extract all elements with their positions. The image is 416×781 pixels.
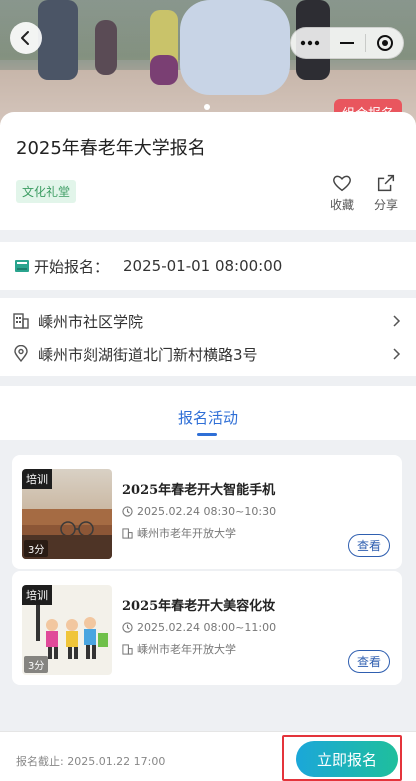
activity-time: 2025.02.24 08:30~10:30: [122, 505, 276, 518]
minimize-button[interactable]: [328, 28, 365, 58]
tab-bar: 报名活动: [0, 386, 416, 440]
more-button[interactable]: [291, 28, 328, 58]
activity-title: 2025年春老开大美容化妆: [122, 599, 276, 614]
institution-name: 嵊州市社区学院: [38, 312, 144, 331]
share-label: 分享: [373, 198, 398, 212]
heart-icon: [333, 175, 351, 192]
activity-type-badge: 培训: [22, 585, 52, 605]
chevron-right-icon: [393, 348, 401, 360]
activity-card[interactable]: 培训 3分 2025年春老开大美容化妆 2025.02.24 08:00~11:…: [12, 571, 402, 685]
miniapp-capsule: [290, 27, 404, 59]
address-row[interactable]: 嵊州市剡湖街道北门新村横路3号: [12, 342, 402, 366]
event-title: 2025年春老年大学报名: [16, 138, 206, 159]
activity-thumbnail: 培训 3分: [22, 469, 112, 559]
hero-figure: [150, 55, 178, 85]
bottom-action-bar: 报名截止: 2025.01.22 17:00 立即报名: [0, 731, 416, 781]
favorite-label: 收藏: [329, 198, 354, 212]
activity-type-badge: 培训: [22, 469, 52, 489]
hero-figure: [38, 0, 78, 80]
activity-place: 嵊州市老年开放大学: [122, 641, 236, 657]
activity-title: 2025年春老开大智能手机: [122, 483, 276, 498]
registration-deadline: 报名截止: 2025.01.22 17:00: [16, 755, 166, 768]
clock-icon: [122, 506, 133, 517]
hero-figure: [95, 20, 117, 75]
carousel-indicator: [204, 104, 210, 110]
activity-time-text: 2025.02.24 08:00~11:00: [137, 621, 277, 634]
book-icon: [15, 260, 29, 272]
activity-time: 2025.02.24 08:00~11:00: [122, 621, 276, 634]
activity-place-text: 嵊州市老年开放大学: [137, 643, 236, 656]
start-value: 2025-01-01 08:00:00: [123, 257, 283, 275]
favorite-button[interactable]: 收藏: [322, 172, 362, 213]
activity-thumbnail: 培训 3分: [22, 585, 112, 675]
activity-duration: 3分: [24, 540, 49, 557]
activity-card[interactable]: 培训 3分 2025年春老开大智能手机 2025.02.24 08:30~10:…: [12, 455, 402, 569]
target-circle-icon: [376, 35, 393, 51]
view-button[interactable]: 查看: [347, 650, 390, 673]
building-icon: [122, 527, 133, 539]
activity-list: 培训 3分 2025年春老开大智能手机 2025.02.24 08:30~10:…: [0, 441, 416, 731]
activity-place-text: 嵊州市老年开放大学: [137, 527, 236, 540]
signup-now-button[interactable]: 立即报名: [296, 741, 398, 777]
hero-figure: [180, 0, 290, 95]
minimize-icon: [339, 42, 354, 44]
location-pin-icon: [14, 345, 28, 363]
event-tag: 文化礼堂: [16, 180, 77, 203]
registration-start-row: 开始报名： 2025-01-01 08:00:00: [0, 242, 416, 290]
more-dots-icon: [300, 40, 319, 46]
tab-registration-activities[interactable]: 报名活动: [0, 407, 416, 428]
share-icon: [377, 174, 395, 192]
hero-banner: 组合报名: [0, 0, 416, 125]
clock-icon: [122, 622, 133, 633]
building-icon: [13, 313, 29, 329]
building-icon: [122, 643, 133, 655]
chevron-right-icon: [393, 315, 401, 327]
back-button[interactable]: [10, 22, 42, 54]
start-label: 开始报名：: [34, 257, 110, 276]
share-button[interactable]: 分享: [366, 172, 406, 213]
activity-duration: 3分: [24, 656, 49, 673]
activity-place: 嵊州市老年开放大学: [122, 525, 236, 541]
location-card: 嵊州市社区学院 嵊州市剡湖街道北门新村横路3号: [0, 298, 416, 376]
address-text: 嵊州市剡湖街道北门新村横路3号: [38, 345, 258, 364]
institution-row[interactable]: 嵊州市社区学院: [12, 309, 402, 333]
chevron-left-icon: [21, 31, 29, 45]
view-button[interactable]: 查看: [347, 534, 390, 557]
close-miniapp-button[interactable]: [366, 28, 403, 58]
tab-active-indicator: [197, 433, 217, 436]
activity-time-text: 2025.02.24 08:30~10:30: [137, 505, 277, 518]
event-tag-label: 文化礼堂: [16, 180, 77, 203]
